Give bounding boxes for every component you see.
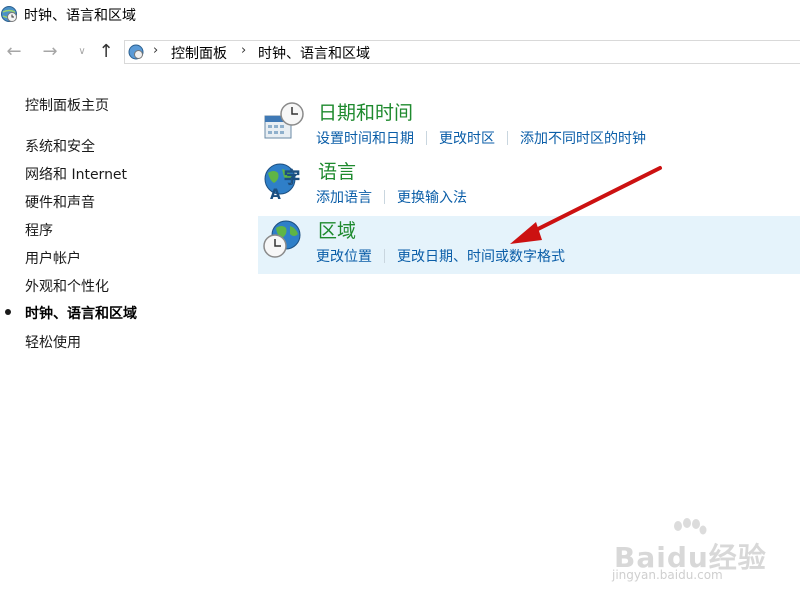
watermark-url: jingyan.baidu.com — [612, 568, 723, 582]
sidebar-item-user-accounts[interactable]: 用户帐户 — [25, 248, 81, 268]
language-globe-icon: 字 A — [264, 163, 300, 201]
clock-globe-icon — [1, 6, 17, 22]
sidebar-item-system-security[interactable]: 系统和安全 — [25, 136, 95, 156]
sidebar-home-link[interactable]: 控制面板主页 — [25, 95, 109, 115]
annotation-arrow — [510, 166, 662, 244]
link-divider — [426, 131, 427, 145]
title-bar: 时钟、语言和区域 — [0, 0, 800, 30]
back-arrow-icon[interactable]: ← — [4, 42, 24, 62]
forward-arrow-icon[interactable]: → — [40, 42, 60, 62]
sidebar-item-appearance[interactable]: 外观和个性化 — [25, 276, 109, 296]
link-divider — [384, 190, 385, 204]
calendar-clock-icon — [264, 102, 304, 139]
region-globe-clock-icon — [263, 220, 301, 258]
svg-text:A: A — [270, 187, 281, 201]
link-change-date-time-number-format[interactable]: 更改日期、时间或数字格式 — [397, 246, 565, 266]
category-links-language: 添加语言 更换输入法 — [316, 187, 467, 207]
category-language: 字 A 语言 添加语言 更换输入法 — [258, 157, 800, 215]
link-change-timezone[interactable]: 更改时区 — [439, 128, 495, 148]
sidebar-item-hardware-sound[interactable]: 硬件和声音 — [25, 192, 95, 212]
sidebar-item-programs[interactable]: 程序 — [25, 220, 53, 240]
address-bar[interactable]: › 控制面板 › 时钟、语言和区域 — [124, 40, 800, 64]
sidebar-item-network[interactable]: 网络和 Internet — [25, 164, 127, 184]
link-set-time-date[interactable]: 设置时间和日期 — [316, 128, 414, 148]
category-date-time: 日期和时间 设置时间和日期 更改时区 添加不同时区的时钟 — [258, 98, 800, 156]
breadcrumb-control-panel[interactable]: 控制面板 — [171, 43, 227, 63]
active-bullet-icon — [5, 309, 11, 315]
sidebar-item-ease-of-access[interactable]: 轻松使用 — [25, 332, 81, 352]
sidebar-item-clock-language-region[interactable]: 时钟、语言和区域 — [25, 303, 137, 323]
link-add-clocks[interactable]: 添加不同时区的时钟 — [520, 128, 646, 148]
link-change-location[interactable]: 更改位置 — [316, 246, 372, 266]
up-arrow-icon[interactable]: ↑ — [96, 42, 116, 62]
baidu-watermark: Baidu经验 jingyan.baidu.com — [612, 518, 772, 582]
navigation-bar: ← → ∨ ↑ › 控制面板 › 时钟、语言和区域 — [0, 38, 800, 68]
category-links-date-time: 设置时间和日期 更改时区 添加不同时区的时钟 — [316, 128, 646, 148]
svg-text:字: 字 — [284, 168, 300, 187]
breadcrumb-separator-icon[interactable]: › — [153, 43, 158, 58]
breadcrumb-current[interactable]: 时钟、语言和区域 — [258, 43, 370, 63]
control-panel-icon — [128, 44, 144, 60]
breadcrumb-separator-icon[interactable]: › — [241, 43, 246, 58]
window-title: 时钟、语言和区域 — [24, 8, 136, 24]
link-add-language[interactable]: 添加语言 — [316, 187, 372, 207]
category-title-date-time[interactable]: 日期和时间 — [318, 98, 413, 125]
link-change-input-method[interactable]: 更换输入法 — [397, 187, 467, 207]
category-title-language[interactable]: 语言 — [318, 157, 356, 184]
chevron-down-icon[interactable]: ∨ — [72, 42, 92, 62]
link-divider — [507, 131, 508, 145]
category-region[interactable]: 区域 更改位置 更改日期、时间或数字格式 — [258, 216, 800, 274]
link-divider — [384, 249, 385, 263]
category-links-region: 更改位置 更改日期、时间或数字格式 — [316, 246, 565, 266]
category-title-region[interactable]: 区域 — [318, 216, 356, 243]
